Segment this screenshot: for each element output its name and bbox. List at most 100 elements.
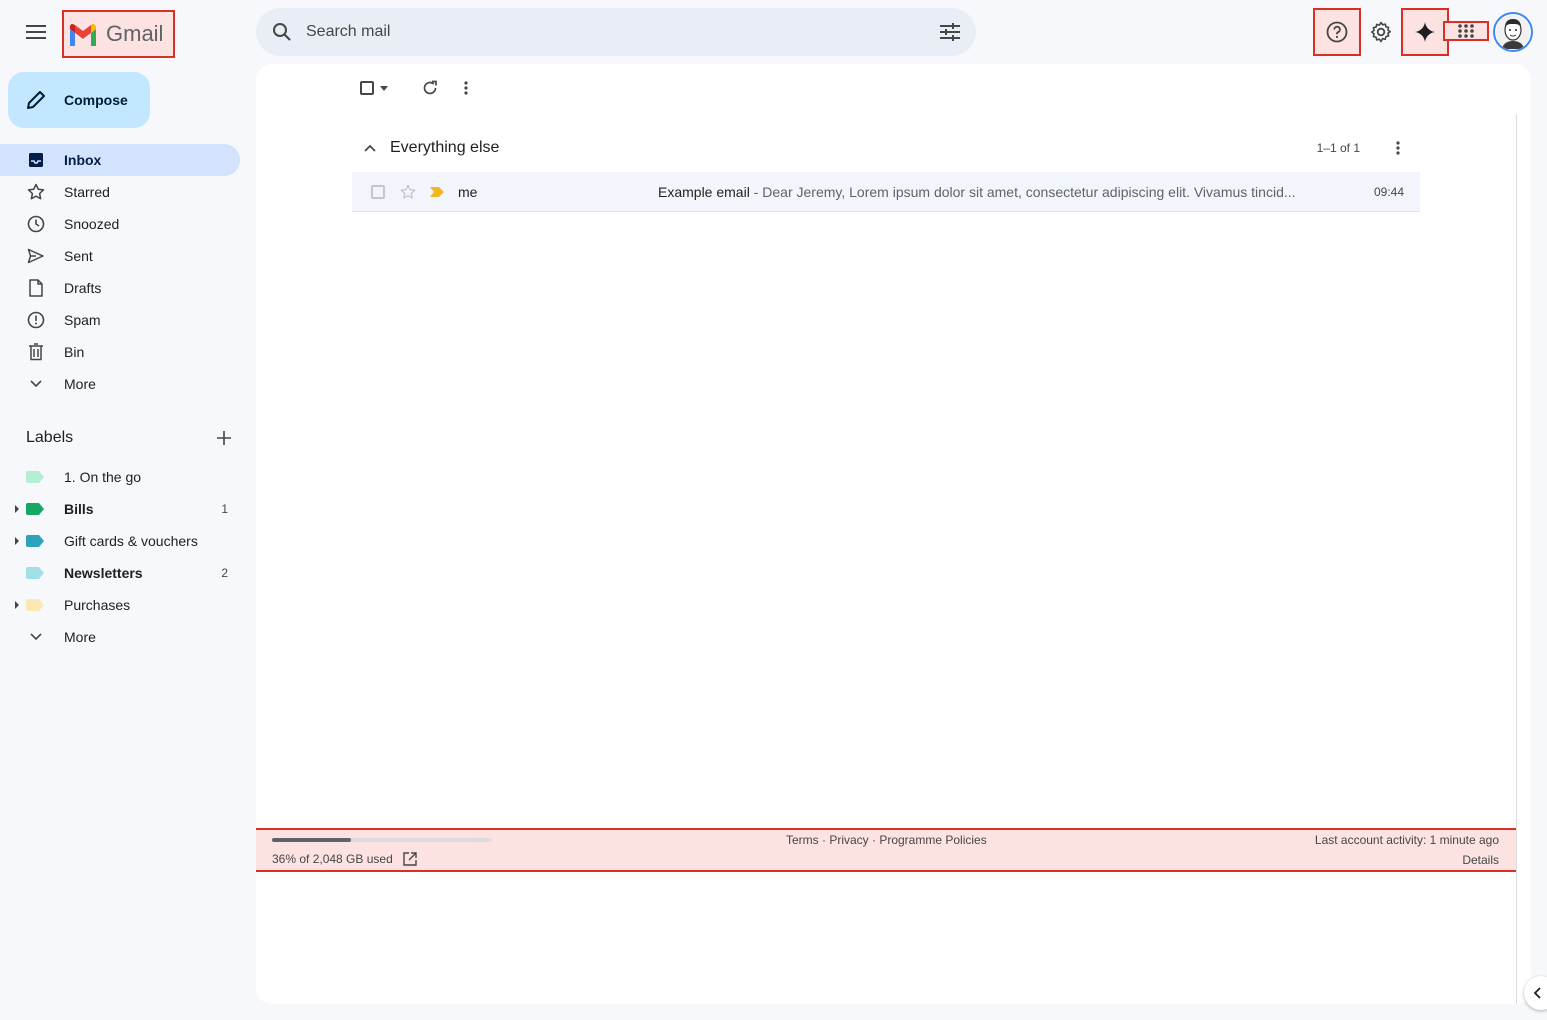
search-options-icon[interactable] [940,23,960,41]
create-label-button[interactable] [212,426,236,450]
expand-arrow-icon[interactable] [15,601,19,609]
chevron-left-icon [1533,987,1541,999]
expand-arrow-icon[interactable] [15,505,19,513]
labels-title: Labels [26,429,74,446]
label-name: 1. On the go [64,469,142,485]
email-subject: Example email [658,183,750,200]
sidebar-item-inbox[interactable]: Inbox [0,144,240,176]
section-header: Everything else 1–1 of 1 [364,134,1420,162]
pagination-info: 1–1 of 1 [1316,141,1360,155]
account-avatar[interactable] [1493,12,1533,52]
chevron-down-icon [26,627,46,647]
labels-more-label: More [64,629,96,645]
scrollbar[interactable] [1516,114,1517,1004]
profile-picture-icon [1496,15,1530,49]
label-name: Bills [64,501,94,517]
select-all-button[interactable] [360,81,388,95]
inbox-icon [26,150,46,170]
gmail-m-icon [70,23,96,46]
trash-icon [26,342,46,362]
sidebar-item-label: Inbox [64,152,102,168]
sidebar-item-drafts[interactable]: Drafts [0,272,240,304]
label-icon [26,567,44,579]
list-toolbar [360,76,468,100]
main-menu-button[interactable] [16,12,56,52]
storage-bar [272,838,492,842]
section-menu-icon[interactable] [1396,141,1400,155]
sidebar-item-snoozed[interactable]: Snoozed [0,208,240,240]
label-item-newsletters[interactable]: Newsletters 2 [0,557,240,589]
label-name: Gift cards & vouchers [64,533,198,549]
email-row[interactable]: me Example email - Dear Jeremy, Lorem ip… [352,172,1420,212]
search-bar[interactable]: Search mail [256,8,976,56]
label-item-bills[interactable]: Bills 1 [0,493,240,525]
label-item-purchases[interactable]: Purchases [0,589,240,621]
sidebar-item-label: More [64,376,96,392]
clock-icon [26,214,46,234]
compose-label: Compose [64,92,128,108]
label-item-gift-cards[interactable]: Gift cards & vouchers [0,525,240,557]
help-icon [1326,21,1348,43]
footer-links[interactable]: Terms · Privacy · Programme Policies [786,833,987,847]
chevron-up-icon[interactable] [364,144,376,152]
sidebar-item-label: Snoozed [64,216,120,232]
sidebar-item-spam[interactable]: Spam [0,304,240,336]
email-select-checkbox[interactable] [371,184,385,199]
external-link-icon[interactable] [403,852,417,866]
apps-grid-icon [1458,24,1474,38]
label-icon [26,535,44,547]
support-button[interactable] [1313,8,1361,56]
details-link[interactable]: Details [1462,853,1499,867]
hamburger-icon [26,25,46,39]
more-options-icon[interactable] [464,81,468,95]
sidebar-item-sent[interactable]: Sent [0,240,240,272]
star-icon [26,182,46,202]
footer: 36% of 2,048 GB used Terms · Privacy · P… [256,828,1516,872]
sidebar-item-more[interactable]: More [0,368,240,400]
sidebar-item-label: Bin [64,344,85,360]
gear-icon [1371,21,1391,43]
sidebar-nav: Inbox Starred Snoozed Sent Drafts Spam B… [0,144,240,400]
caret-down-icon[interactable] [380,85,388,91]
storage-usage: 36% of 2,048 GB used [272,852,417,866]
sidebar-item-bin[interactable]: Bin [0,336,240,368]
chevron-down-icon [26,374,46,394]
label-name: Newsletters [64,565,143,581]
sidebar-item-label: Starred [64,184,110,200]
search-icon[interactable] [272,22,292,42]
sidebar-item-label: Sent [64,248,93,264]
storage-text: 36% of 2,048 GB used [272,852,393,866]
label-icon [26,471,44,483]
plus-icon [217,431,231,445]
google-apps-button[interactable] [1443,21,1489,41]
gemini-button[interactable] [1401,8,1449,56]
select-all-checkbox[interactable] [360,81,374,95]
email-preview: Example email - Dear Jeremy, Lorem ipsum… [658,184,1308,200]
spam-icon [26,310,46,330]
email-sender: me [458,183,478,200]
side-panel-toggle[interactable] [1524,976,1547,1010]
label-icon [26,599,44,611]
labels-more[interactable]: More [0,621,240,653]
settings-button[interactable] [1357,8,1405,56]
gmail-logo[interactable]: Gmail [62,10,175,58]
expand-arrow-icon[interactable] [15,537,19,545]
star-icon[interactable] [400,184,416,200]
compose-button[interactable]: Compose [8,72,150,128]
send-icon [26,246,46,266]
label-item-on-the-go[interactable]: 1. On the go [0,461,240,493]
search-input[interactable]: Search mail [306,23,940,41]
labels-header: Labels [26,426,236,450]
pencil-icon [27,91,45,109]
gmail-wordmark: Gmail [106,21,164,46]
sidebar-item-label: Spam [64,312,101,328]
label-name: Purchases [64,597,131,613]
important-marker-icon[interactable] [430,186,444,197]
section-title: Everything else [390,139,500,156]
email-time: 09:44 [1373,184,1404,199]
sparkle-icon [1415,22,1435,42]
label-unread-count: 1 [221,502,228,516]
sidebar-item-starred[interactable]: Starred [0,176,240,208]
label-unread-count: 2 [221,566,228,580]
refresh-icon[interactable] [422,80,438,96]
